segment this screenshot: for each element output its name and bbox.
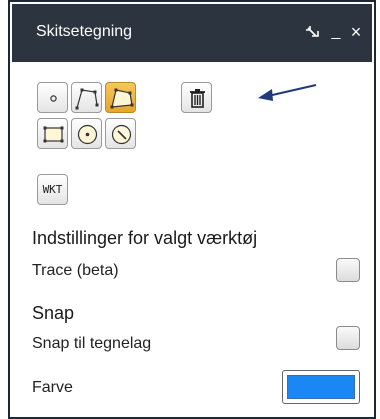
line-tool-button[interactable] [71, 82, 102, 113]
panel-titlebar[interactable]: Skitsetegning _ × [12, 4, 372, 62]
polyline-icon [75, 88, 99, 110]
snap-heading: Snap [32, 303, 75, 323]
trace-label: Trace (beta) [32, 262, 119, 279]
restore-icon [306, 26, 319, 37]
rectangle-tool-button[interactable] [37, 118, 68, 149]
settings-heading: Indstillinger for valgt værktøj [32, 228, 258, 248]
close-button[interactable]: × [346, 18, 366, 46]
trace-checkbox[interactable] [336, 258, 360, 282]
restore-button[interactable] [302, 18, 322, 46]
radius-circle-icon [111, 124, 132, 145]
snap-checkbox[interactable] [336, 326, 360, 350]
wkt-label: WKT [42, 183, 63, 196]
sketch-panel: Skitsetegning _ × WKT Indstillinger for … [8, 0, 376, 419]
color-swatch [287, 375, 355, 399]
color-label: Farve [32, 379, 73, 396]
circle-icon [77, 124, 98, 145]
pointer-arrow-icon [258, 84, 317, 101]
rectangle-icon [43, 126, 64, 143]
panel-title: Skitsetegning [36, 23, 133, 40]
trash-icon [190, 89, 205, 108]
polygon-icon [110, 88, 134, 109]
circle-tool-button[interactable] [71, 118, 102, 149]
point-tool-button[interactable] [37, 82, 68, 113]
point-icon [50, 95, 57, 102]
color-picker-button[interactable] [282, 370, 360, 404]
delete-button[interactable] [181, 82, 212, 113]
polygon-tool-button[interactable] [105, 82, 136, 113]
wkt-button[interactable]: WKT [37, 174, 68, 205]
minimize-button[interactable]: _ [326, 18, 346, 46]
snap-label: Snap til tegnelag [32, 335, 152, 352]
radius-tool-button[interactable] [105, 118, 136, 149]
